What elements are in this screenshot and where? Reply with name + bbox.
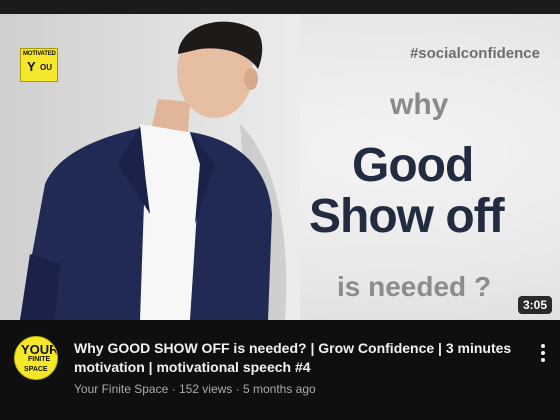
thumbnail-text-show-off: Show off bbox=[309, 190, 505, 243]
thumbnail-text-good: Good bbox=[352, 139, 474, 192]
badge-ou-text: OU bbox=[40, 63, 52, 72]
badge-y-text: Y bbox=[27, 59, 36, 74]
video-meta: Your Finite Space · 152 views · 5 months… bbox=[74, 382, 316, 396]
badge-top-text: MOTIVATED bbox=[23, 51, 56, 57]
thumbnail-hashtag: #socialconfidence bbox=[409, 45, 540, 62]
thumbnail-text-why: why bbox=[390, 88, 449, 121]
video-thumbnail[interactable]: MOTIVATED Y OU #socialconfidence why Goo… bbox=[0, 14, 560, 320]
more-vert-icon bbox=[541, 344, 545, 362]
video-title[interactable]: Why GOOD SHOW OFF is needed? | Grow Conf… bbox=[74, 339, 520, 377]
top-bar bbox=[0, 0, 560, 14]
avatar-text-space: SPACE bbox=[24, 366, 48, 373]
avatar-text-finite: FINITE bbox=[28, 356, 51, 363]
avatar-text-your: YOUR bbox=[21, 342, 58, 357]
more-options-button[interactable] bbox=[533, 340, 553, 366]
thumbnail-text-is-needed: is needed ? bbox=[337, 271, 492, 302]
duration-badge: 3:05 bbox=[517, 296, 552, 314]
channel-avatar[interactable]: YOUR FINITE SPACE bbox=[14, 336, 58, 380]
video-card: MOTIVATED Y OU #socialconfidence why Goo… bbox=[0, 0, 560, 420]
channel-logo-badge: MOTIVATED Y OU bbox=[20, 48, 58, 82]
